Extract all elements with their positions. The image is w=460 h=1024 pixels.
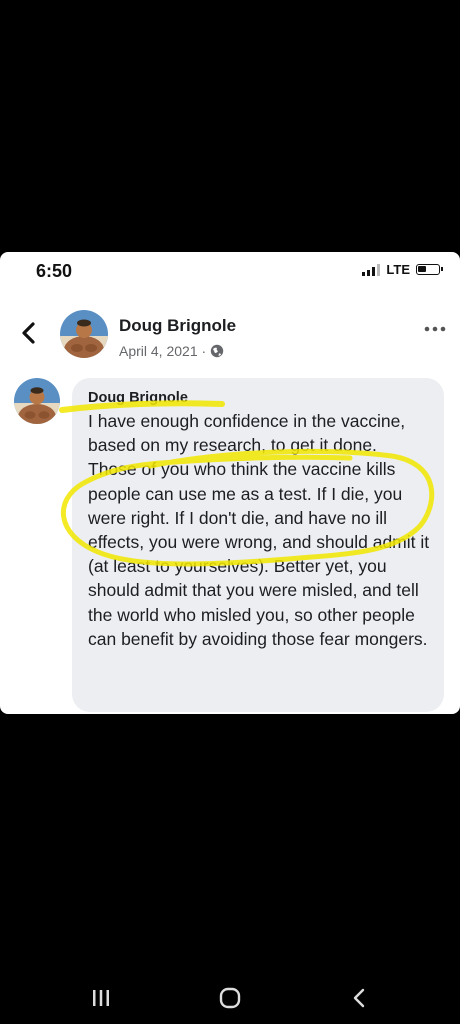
comment-bubble: Doug Brignole I have enough confidence i… xyxy=(72,378,444,712)
commenter-avatar[interactable] xyxy=(14,378,60,424)
author-avatar[interactable] xyxy=(60,310,108,358)
network-type: LTE xyxy=(386,262,410,277)
comment-author-name[interactable]: Doug Brignole xyxy=(88,390,430,406)
system-nav-bar xyxy=(0,968,460,1024)
status-bar: 6:50 LTE xyxy=(0,252,460,288)
more-horizontal-icon[interactable] xyxy=(424,324,446,334)
globe-icon xyxy=(210,344,224,358)
signal-icon xyxy=(362,263,381,276)
comment-text: I have enough confidence in the vaccine,… xyxy=(88,411,430,649)
post-date-line: April 4, 2021 · xyxy=(119,343,224,359)
home-icon[interactable] xyxy=(215,986,245,1010)
post-date: April 4, 2021 · xyxy=(119,343,207,359)
back-arrow-icon[interactable] xyxy=(344,986,374,1010)
battery-icon xyxy=(416,264,443,275)
status-indicators: LTE xyxy=(362,262,443,277)
post-header: Doug Brignole April 4, 2021 · xyxy=(0,304,460,364)
screenshot-panel: 6:50 LTE Doug Brignole April 4, 2021 · D… xyxy=(0,252,460,714)
recents-icon[interactable] xyxy=(86,986,116,1010)
post-author-name[interactable]: Doug Brignole xyxy=(119,316,236,336)
phone-screen: 6:50 LTE Doug Brignole April 4, 2021 · D… xyxy=(0,0,460,1024)
status-time: 6:50 xyxy=(36,261,73,281)
chevron-left-icon[interactable] xyxy=(18,318,40,348)
